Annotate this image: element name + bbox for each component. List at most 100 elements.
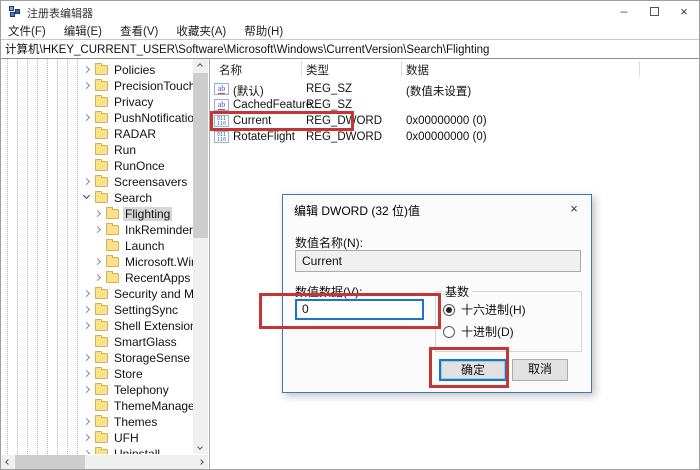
tree-item-runonce[interactable]: RunOnce bbox=[1, 158, 193, 174]
value-name-field[interactable]: Current bbox=[295, 250, 581, 272]
folder-icon bbox=[95, 81, 108, 91]
tree-item-screensavers[interactable]: Screensavers bbox=[1, 174, 193, 190]
value-row-default[interactable]: ab (默认) REG_SZ (数值未设置) bbox=[211, 81, 700, 97]
tree-item-telephony[interactable]: Telephony bbox=[1, 382, 193, 398]
chevron-right-icon[interactable] bbox=[94, 209, 104, 219]
tree-item-privacy[interactable]: Privacy bbox=[1, 94, 193, 110]
chevron-none bbox=[83, 97, 93, 107]
tree-item-radar[interactable]: RADAR bbox=[1, 126, 193, 142]
chevron-right-icon[interactable] bbox=[94, 225, 104, 235]
tree-item-settingsync[interactable]: SettingSync bbox=[1, 302, 193, 318]
scroll-left-icon[interactable] bbox=[1, 455, 15, 470]
folder-icon bbox=[95, 97, 108, 107]
tree-item-flighting[interactable]: Flighting bbox=[1, 206, 193, 222]
cancel-button[interactable]: 取消 bbox=[512, 359, 568, 381]
tree-item-security-maintenance[interactable]: Security and Mai bbox=[1, 286, 193, 302]
value-row-rotateflight[interactable]: 011110 RotateFlight REG_DWORD 0x00000000… bbox=[211, 129, 700, 145]
scrollbar-thumb[interactable] bbox=[193, 73, 208, 238]
tree-item-recentapps[interactable]: RecentApps bbox=[1, 270, 193, 286]
value-row-cachedfeature[interactable]: ab CachedFeature... REG_SZ bbox=[211, 97, 700, 113]
chevron-right-icon[interactable] bbox=[94, 257, 104, 267]
radio-decimal[interactable]: 十进制(D) bbox=[443, 323, 514, 340]
tree-item-search[interactable]: Search bbox=[1, 190, 193, 206]
close-button[interactable]: × bbox=[669, 1, 699, 22]
chevron-right-icon[interactable] bbox=[83, 321, 93, 331]
maximize-icon bbox=[650, 7, 659, 16]
folder-icon bbox=[106, 273, 119, 283]
tree-item-themes[interactable]: Themes bbox=[1, 414, 193, 430]
dword-value-icon: 011110 bbox=[214, 115, 229, 127]
menu-view[interactable]: 查看(V) bbox=[120, 23, 158, 39]
tree-item-inkreminder[interactable]: InkReminder bbox=[1, 222, 193, 238]
chevron-right-icon[interactable] bbox=[83, 449, 93, 454]
value-name-label: 数值名称(N): bbox=[295, 234, 363, 251]
dialog-close-icon[interactable]: × bbox=[566, 201, 582, 217]
tree-item-policies[interactable]: Policies bbox=[1, 62, 193, 78]
chevron-right-icon[interactable] bbox=[83, 177, 93, 187]
chevron-right-icon[interactable] bbox=[83, 113, 93, 123]
column-header-name[interactable]: 名称 bbox=[219, 62, 242, 78]
tree-horizontal-scrollbar[interactable] bbox=[1, 455, 208, 470]
maximize-button[interactable] bbox=[639, 1, 669, 22]
folder-icon bbox=[95, 65, 108, 75]
column-header-type[interactable]: 类型 bbox=[306, 62, 329, 78]
tree-item-storagesense[interactable]: StorageSense bbox=[1, 350, 193, 366]
value-data-label: 数值数据(V): bbox=[295, 283, 362, 300]
menu-edit[interactable]: 编辑(E) bbox=[64, 23, 102, 39]
folder-icon bbox=[95, 193, 108, 203]
tree-item-smartglass[interactable]: SmartGlass bbox=[1, 334, 193, 350]
menu-help[interactable]: 帮助(H) bbox=[244, 23, 283, 39]
string-value-icon: ab bbox=[214, 99, 229, 111]
chevron-down-icon[interactable] bbox=[83, 193, 93, 203]
folder-icon bbox=[95, 161, 108, 171]
tree-item-precisiontouchpad[interactable]: PrecisionTouchPa bbox=[1, 78, 193, 94]
chevron-right-icon[interactable] bbox=[83, 289, 93, 299]
registry-editor-icon bbox=[9, 6, 22, 18]
folder-icon bbox=[95, 369, 108, 379]
chevron-right-icon[interactable] bbox=[83, 385, 93, 395]
chevron-right-icon[interactable] bbox=[94, 273, 104, 283]
tree-item-run[interactable]: Run bbox=[1, 142, 193, 158]
chevron-right-icon[interactable] bbox=[83, 353, 93, 363]
chevron-right-icon[interactable] bbox=[83, 81, 93, 91]
folder-icon bbox=[95, 401, 108, 411]
column-header-data[interactable]: 数据 bbox=[406, 62, 429, 78]
menu-favorites[interactable]: 收藏夹(A) bbox=[176, 23, 226, 39]
tree-item-thememanager[interactable]: ThemeManager bbox=[1, 398, 193, 414]
folder-icon bbox=[95, 145, 108, 155]
title-bar: 注册表编辑器 – × bbox=[1, 1, 699, 23]
tree-item-store[interactable]: Store bbox=[1, 366, 193, 382]
chevron-right-icon[interactable] bbox=[83, 369, 93, 379]
tree-item-uninstall[interactable]: Uninstall bbox=[1, 446, 193, 454]
tree-item-shell-extensions[interactable]: Shell Extensions bbox=[1, 318, 193, 334]
scrollbar-thumb[interactable] bbox=[15, 455, 85, 470]
minimize-button[interactable]: – bbox=[609, 1, 639, 22]
ok-button[interactable]: 确定 bbox=[439, 359, 507, 381]
tree-item-pushnotifications[interactable]: PushNotifications bbox=[1, 110, 193, 126]
chevron-right-icon[interactable] bbox=[83, 417, 93, 427]
tree-item-microsoft-win[interactable]: Microsoft.Win bbox=[1, 254, 193, 270]
chevron-right-icon[interactable] bbox=[83, 65, 93, 75]
folder-icon bbox=[95, 177, 108, 187]
tree-item-launch[interactable]: Launch bbox=[1, 238, 193, 254]
folder-icon bbox=[95, 337, 108, 347]
tree-item-ufh[interactable]: UFH bbox=[1, 430, 193, 446]
folder-icon bbox=[95, 353, 108, 363]
menu-bar: 文件(F) 编辑(E) 查看(V) 收藏夹(A) 帮助(H) bbox=[1, 23, 699, 39]
chevron-right-icon[interactable] bbox=[83, 305, 93, 315]
folder-icon bbox=[106, 225, 119, 235]
chevron-right-icon[interactable] bbox=[83, 433, 93, 443]
dialog-title: 编辑 DWORD (32 位)值 bbox=[294, 202, 420, 219]
scroll-up-icon[interactable] bbox=[193, 59, 208, 73]
tree-vertical-scrollbar[interactable] bbox=[193, 59, 208, 454]
menu-file[interactable]: 文件(F) bbox=[8, 23, 46, 39]
value-row-current[interactable]: 011110 Current REG_DWORD 0x00000000 (0) bbox=[211, 113, 700, 129]
radio-hexadecimal[interactable]: 十六进制(H) bbox=[443, 301, 526, 318]
chevron-none bbox=[94, 241, 104, 251]
value-data-input[interactable]: 0 bbox=[295, 299, 424, 320]
address-bar[interactable]: 计算机\HKEY_CURRENT_USER\Software\Microsoft… bbox=[1, 39, 699, 59]
selected-tree-item: Flighting bbox=[123, 207, 172, 221]
scroll-down-icon[interactable] bbox=[193, 440, 208, 454]
scroll-right-icon[interactable] bbox=[194, 455, 208, 470]
chevron-none bbox=[83, 145, 93, 155]
